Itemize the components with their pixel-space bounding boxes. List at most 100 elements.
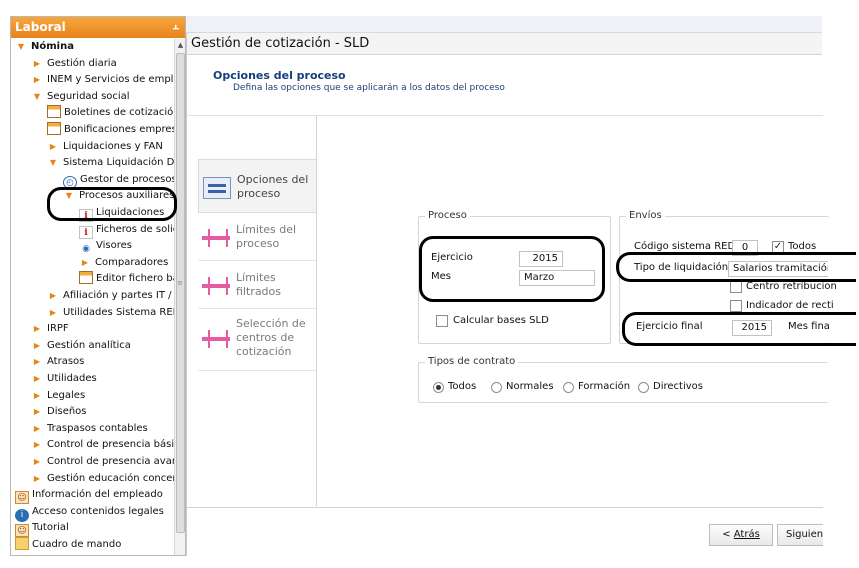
collapsed-arrow-icon[interactable]: ▶ (47, 305, 59, 321)
back-button[interactable]: < Atrás (709, 524, 773, 546)
ejercicio-field[interactable]: 2015 (519, 251, 563, 267)
tree-item[interactable]: Editor fichero ba (79, 271, 174, 287)
tree-item[interactable]: i Acceso contenidos legales (15, 504, 164, 522)
tree-item[interactable]: ▶ Control de presencia avanza (31, 454, 174, 470)
radio-directivos-label[interactable]: Directivos (653, 381, 703, 392)
tree-item[interactable]: i Ficheros de solic (79, 222, 174, 239)
centro-retribucion-label[interactable]: Centro retribucion (746, 281, 837, 292)
expanded-arrow-icon[interactable]: ▼ (47, 155, 59, 171)
page-title: Opciones del proceso (213, 69, 346, 82)
todos-label[interactable]: Todos (788, 241, 816, 252)
radio-directivos[interactable] (638, 382, 649, 393)
tree-item[interactable]: ▼ Seguridad social (31, 89, 130, 105)
tree-item[interactable]: ▼ Sistema Liquidación Dire (47, 155, 174, 171)
step-limites-filtrados[interactable]: Límites filtrados (198, 261, 316, 309)
tree-item[interactable]: ▶ Gestión diaria (31, 56, 117, 72)
indicador-rectificacion-checkbox[interactable] (730, 300, 742, 312)
tree-item[interactable]: ▶ Gestión analítica (31, 338, 131, 354)
tree-item[interactable]: ▶ Atrasos (31, 354, 84, 370)
radio-todos[interactable] (433, 382, 444, 393)
collapsed-arrow-icon[interactable]: ▶ (79, 255, 91, 271)
collapsed-arrow-icon[interactable]: ▶ (31, 454, 43, 470)
tree-item[interactable]: ▼ Procesos auxiliares (63, 188, 174, 204)
tree-item[interactable]: ▶ INEM y Servicios de empleo (31, 72, 174, 88)
codigo-red-field[interactable]: 0 (732, 240, 758, 256)
tree-item[interactable]: ▶ Utilidades (31, 371, 97, 387)
todos-checkbox[interactable] (772, 241, 784, 253)
calcular-bases-label[interactable]: Calcular bases SLD (453, 315, 549, 326)
collapsed-arrow-icon[interactable]: ▶ (31, 72, 43, 88)
tree-item[interactable]: ▶ Legales (31, 388, 85, 404)
step-seleccion-centros[interactable]: Selección de centros de cotización (198, 309, 316, 371)
collapsed-arrow-icon[interactable]: ▶ (31, 421, 43, 437)
nav-header[interactable]: Laboral ⫠ (11, 17, 185, 38)
step-label-line: filtrados (236, 285, 282, 298)
indicador-rectificacion-label[interactable]: Indicador de recti (746, 300, 834, 311)
tree-item-label: Ficheros de solic (96, 223, 174, 235)
scroll-up-icon[interactable]: ▲ (175, 39, 185, 51)
step-label-line: Límites del (236, 223, 297, 236)
tree-item[interactable]: ☺ Información del empleado (15, 487, 163, 505)
collapsed-arrow-icon[interactable]: ▶ (31, 56, 43, 72)
centro-retribucion-checkbox[interactable] (730, 281, 742, 293)
collapsed-arrow-icon[interactable]: ▶ (47, 288, 59, 304)
collapsed-arrow-icon[interactable]: ▶ (31, 471, 43, 487)
radio-formacion-label[interactable]: Formación (578, 381, 630, 392)
tree-item[interactable]: ▶ Control de presencia básico (31, 437, 174, 453)
tree-item[interactable]: ▶ Traspasos contables (31, 421, 148, 437)
codigo-red-label: Código sistema RED (634, 241, 736, 252)
ejercicio-final-label: Ejercicio final (636, 321, 703, 332)
tree-item[interactable]: ▶ Afiliación y partes IT / A (47, 288, 174, 304)
tree-item-label: Información del empleado (32, 489, 163, 501)
tree-item[interactable]: ▶ Utilidades Sistema RED (47, 305, 174, 321)
collapsed-arrow-icon[interactable]: ▶ (31, 321, 43, 337)
tree-item-label: Gestión diaria (47, 57, 117, 69)
tree-item[interactable]: i Liquidaciones (79, 205, 164, 222)
radio-todos-label[interactable]: Todos (448, 381, 476, 392)
collapsed-arrow-icon[interactable]: ▶ (47, 139, 59, 155)
user-icon: ☺ (15, 491, 29, 505)
tree-item[interactable]: ☺ Tutorial (15, 520, 69, 538)
radio-formacion[interactable] (563, 382, 574, 393)
tree-item[interactable]: ▶ Liquidaciones y FAN (47, 139, 163, 155)
clock-icon: ◴ (63, 175, 77, 189)
radio-normales[interactable] (491, 382, 502, 393)
ejercicio-final-field[interactable]: 2015 (732, 320, 772, 336)
tree-item-label: Traspasos contables (47, 422, 148, 434)
step-opciones-proceso[interactable]: Opciones del proceso (198, 159, 316, 213)
next-button[interactable]: Siguiente (777, 524, 823, 546)
tree-item[interactable]: ▶ Comparadores (79, 255, 168, 271)
expanded-arrow-icon[interactable]: ▼ (31, 89, 43, 105)
step-limites-proceso[interactable]: Límites del proceso (198, 213, 316, 261)
mes-field[interactable]: Marzo (519, 270, 595, 286)
step-label-line: cotización (236, 345, 292, 358)
step-label-line: Selección de (236, 317, 306, 330)
tree-item[interactable]: ▼ Nómina (15, 39, 74, 55)
scrollbar-thumb[interactable] (176, 53, 185, 533)
collapsed-arrow-icon[interactable]: ▶ (31, 388, 43, 404)
tree-item[interactable]: ▶ IRPF (31, 321, 69, 337)
collapsed-arrow-icon[interactable]: ▶ (31, 404, 43, 420)
tree-item[interactable]: Boletines de cotización T (47, 105, 174, 121)
tree-item[interactable]: ◴ Gestor de procesos (63, 172, 174, 189)
tree-item[interactable]: Bonificaciones empresa (47, 122, 174, 138)
collapsed-arrow-icon[interactable]: ▶ (31, 437, 43, 453)
collapsed-arrow-icon[interactable]: ▶ (31, 371, 43, 387)
tree-item-label: Legales (47, 389, 86, 401)
tree-item[interactable]: Cuadro de mando (15, 537, 121, 553)
tree-item[interactable]: ◉ Visores (79, 238, 132, 254)
calcular-bases-checkbox[interactable] (436, 315, 448, 327)
nav-scrollbar[interactable]: ▲ ≡ (174, 39, 185, 555)
tree-item[interactable]: ▶ Diseños (31, 404, 87, 420)
scrollbar-grip-icon: ≡ (177, 279, 183, 287)
expanded-arrow-icon[interactable]: ▼ (15, 39, 27, 55)
tree-item[interactable]: ▶ Gestión educación concertad (31, 471, 174, 487)
pin-icon[interactable]: ⫠ (172, 19, 179, 33)
radio-normales-label[interactable]: Normales (506, 381, 554, 392)
tree-item-label: Comparadores (95, 256, 169, 268)
collapsed-arrow-icon[interactable]: ▶ (31, 338, 43, 354)
collapsed-arrow-icon[interactable]: ▶ (31, 354, 43, 370)
user-icon: ☺ (15, 524, 29, 538)
expanded-arrow-icon[interactable]: ▼ (63, 188, 75, 204)
tipo-liquidacion-field[interactable]: Salarios tramitación (728, 261, 828, 277)
